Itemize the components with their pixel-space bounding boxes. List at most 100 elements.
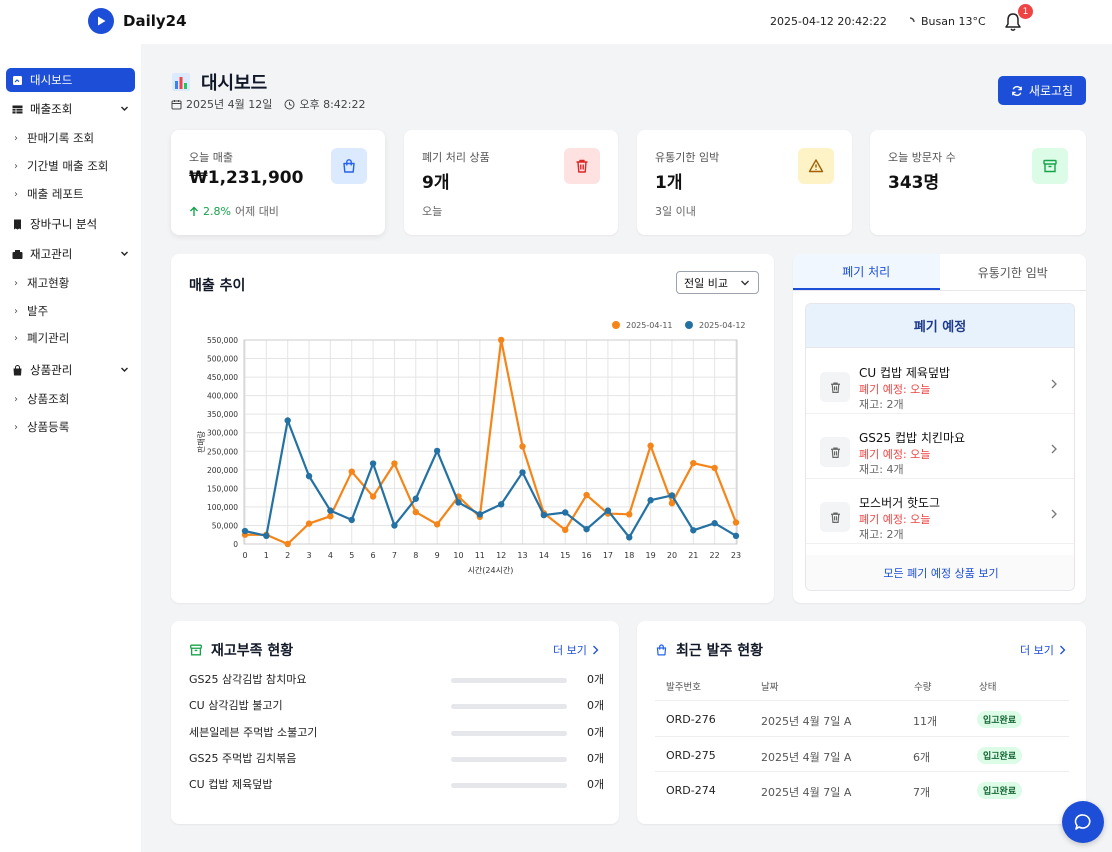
- item-name: CU 컵밥 제육덮밥: [859, 366, 951, 380]
- data-point: [433, 447, 441, 455]
- disposal-item[interactable]: CU 컵밥 제육덮밥 폐기 예정: 오늘 재고: 2개: [806, 349, 1074, 414]
- orders-more-link[interactable]: 더 보기: [1020, 642, 1066, 658]
- column-header-id: 발주번호: [666, 682, 701, 693]
- sidebar-item-order[interactable]: › 발주: [6, 299, 135, 323]
- change-label: 어제 대비: [234, 205, 279, 218]
- sidebar-item-basket[interactable]: 장바구니 분석: [6, 212, 135, 236]
- chat-button[interactable]: [1062, 801, 1104, 843]
- data-point: [562, 526, 569, 534]
- chevron-right-icon: ›: [14, 188, 18, 200]
- low-stock-row[interactable]: CU 컵밥 제육덮밥 0개: [189, 776, 609, 794]
- data-point: [241, 531, 249, 538]
- chevron-right-icon: ›: [14, 160, 18, 172]
- disposal-card: 폐기 처리 유통기한 임박 폐기 예정 CU 컵밥 제육덮밥 폐기 예정: 오늘…: [793, 254, 1086, 603]
- disposal-item[interactable]: GS25 컵밥 치킨마요 폐기 예정: 오늘 재고: 4개: [806, 414, 1074, 479]
- order-id: ORD-276: [666, 713, 716, 726]
- item-stock: 재고: 2개: [859, 528, 904, 541]
- data-point: [391, 460, 398, 467]
- item-name: GS25 컵밥 치킨마요: [859, 431, 966, 445]
- low-stock-row[interactable]: CU 삼각김밥 불고기 0개: [189, 697, 609, 715]
- notification-badge: 1: [1018, 4, 1033, 19]
- y-tick-label: 300,000: [207, 429, 238, 438]
- sidebar-label: 폐기관리: [27, 331, 70, 345]
- sidebar-label: 매출 레포트: [27, 187, 84, 201]
- stat-label: 오늘 방문자 수: [888, 151, 956, 164]
- sidebar-item-sales[interactable]: 매출조회: [6, 97, 135, 121]
- tab-disposal[interactable]: 폐기 처리: [793, 254, 940, 290]
- stat-sub: 3일 이내: [655, 205, 696, 218]
- sidebar-item-product-search[interactable]: › 상품조회: [6, 387, 135, 411]
- sidebar-item-inventory[interactable]: 재고관리: [6, 242, 135, 266]
- app-name: Daily24: [123, 12, 187, 30]
- stat-card-sales[interactable]: 오늘 매출 ₩1,231,900 2.8% 어제 대비: [171, 130, 385, 235]
- chevron-right-icon: ›: [14, 132, 18, 144]
- stat-card-disposed[interactable]: 폐기 처리 상품 9개 오늘: [404, 130, 618, 235]
- compare-select[interactable]: 전일 비교: [676, 271, 759, 294]
- data-point: [540, 511, 548, 519]
- stock-bar: [451, 783, 567, 788]
- sidebar-item-dashboard[interactable]: 대시보드: [6, 68, 135, 92]
- sidebar-item-stock-status[interactable]: › 재고현황: [6, 271, 135, 295]
- data-point: [604, 507, 612, 514]
- sidebar-item-disposal[interactable]: › 폐기관리: [6, 326, 135, 350]
- product-name: 세븐일레븐 주먹밥 소불고기: [189, 726, 318, 739]
- low-stock-more-link[interactable]: 더 보기: [553, 642, 599, 658]
- data-point: [369, 493, 377, 500]
- low-stock-row[interactable]: GS25 삼각김밥 참치마요 0개: [189, 671, 609, 689]
- low-stock-title: 재고부족 현황: [189, 640, 293, 660]
- sidebar-item-product-register[interactable]: › 상품등록: [6, 415, 135, 439]
- arrow-up-icon: [190, 206, 198, 216]
- data-point: [583, 525, 590, 533]
- chevron-right-icon: [1051, 509, 1057, 519]
- series-line: [245, 338, 738, 546]
- y-tick-label: 350,000: [207, 410, 238, 419]
- time-text: 오후 8:42:22: [299, 98, 366, 111]
- app-logo[interactable]: Daily24: [88, 8, 187, 34]
- x-tick-label: 8: [413, 551, 418, 560]
- stock-bar: [451, 731, 567, 736]
- data-point: [497, 501, 505, 508]
- tab-expiring[interactable]: 유통기한 임박: [940, 254, 1087, 290]
- stock-qty: 0개: [587, 699, 605, 712]
- product-name: CU 삼각김밥 불고기: [189, 699, 283, 712]
- data-point: [583, 491, 590, 499]
- item-due: 폐기 예정: 오늘: [859, 448, 931, 461]
- sidebar-item-period-sales[interactable]: › 기간별 매출 조회: [6, 154, 135, 178]
- table-row[interactable]: ORD-276 2025년 4월 7일 A 11개 입고완료: [655, 700, 1069, 736]
- sidebar: 대시보드 매출조회 › 판매기록 조회 › 기간별 매출 조회 › 매출 레포트 장바…: [0, 44, 141, 852]
- disposal-item[interactable]: 모스버거 핫도그 폐기 예정: 오늘 재고: 2개: [806, 479, 1074, 544]
- sidebar-label: 매출조회: [30, 102, 73, 116]
- x-tick-label: 21: [688, 551, 698, 560]
- low-stock-row[interactable]: 세븐일레븐 주먹밥 소불고기 0개: [189, 724, 609, 742]
- x-tick-label: 9: [435, 551, 440, 560]
- section-title-text: 재고부족 현황: [211, 643, 294, 659]
- view-all-disposal-link[interactable]: 모든 폐기 예정 상품 보기: [806, 555, 1074, 590]
- table-row[interactable]: ORD-275 2025년 4월 7일 A 6개 입고완료: [655, 736, 1069, 772]
- legend-marker: [612, 321, 620, 329]
- trash-icon: [820, 437, 850, 467]
- sidebar-label: 재고관리: [30, 247, 73, 261]
- table-row[interactable]: ORD-274 2025년 4월 7일 A 7개 입고완료: [655, 771, 1069, 807]
- data-point: [732, 532, 740, 540]
- trash-icon: [564, 148, 600, 184]
- refresh-button[interactable]: 새로고침: [998, 76, 1086, 105]
- stat-card-expiring[interactable]: 유통기한 임박 1개 3일 이내: [637, 130, 852, 235]
- stat-card-visitors[interactable]: 오늘 방문자 수 343명: [870, 130, 1086, 235]
- shopping-bag-icon: [656, 644, 667, 656]
- x-tick-label: 20: [667, 551, 677, 560]
- chevron-right-icon: [1051, 444, 1057, 454]
- x-tick-label: 22: [710, 551, 720, 560]
- x-tick-label: 10: [453, 551, 463, 560]
- sidebar-item-sales-records[interactable]: › 판매기록 조회: [6, 126, 135, 150]
- stat-value: 343명: [888, 173, 940, 193]
- product-name: CU 컵밥 제육덮밥: [189, 778, 273, 791]
- archive-icon: [190, 644, 202, 656]
- disposal-tabs: 폐기 처리 유통기한 임박: [793, 254, 1086, 291]
- low-stock-row[interactable]: GS25 주먹밥 김치볶음 0개: [189, 750, 609, 768]
- clock-icon: [284, 99, 295, 109]
- sidebar-item-products[interactable]: 상품관리: [6, 358, 135, 382]
- sidebar-item-sales-report[interactable]: › 매출 레포트: [6, 182, 135, 206]
- sidebar-label: 대시보드: [30, 73, 73, 87]
- data-point: [369, 460, 377, 467]
- order-date: 2025년 4월 7일 A: [761, 751, 852, 764]
